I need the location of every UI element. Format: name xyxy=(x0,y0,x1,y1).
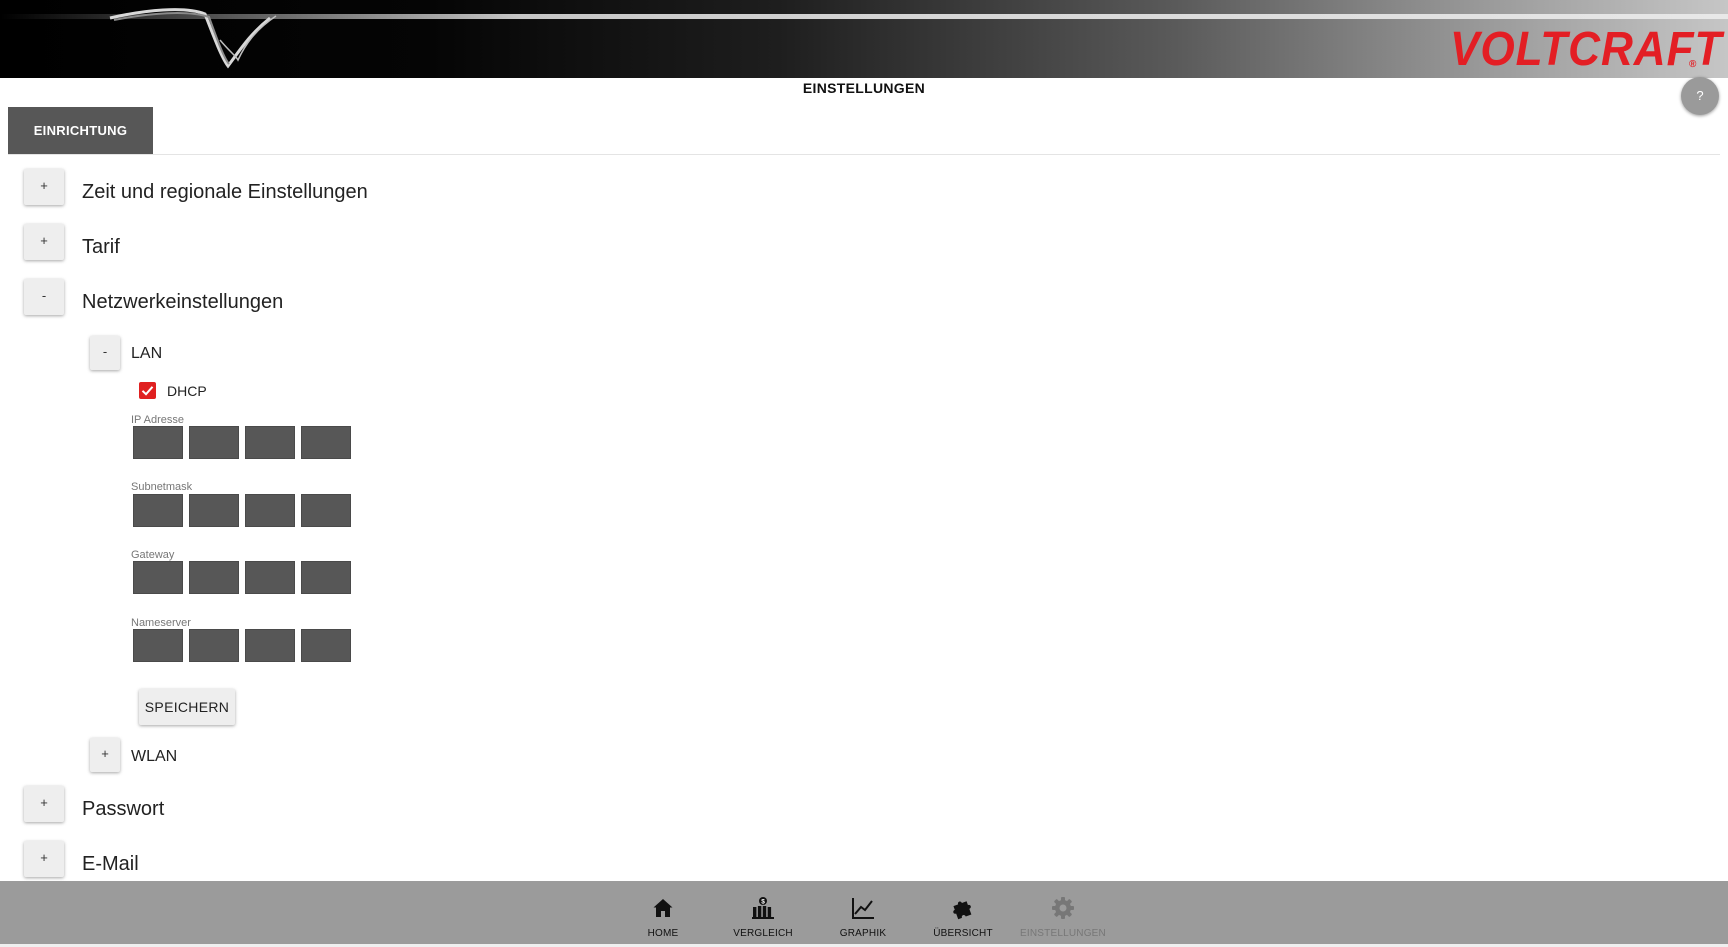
nav-home-label: HOME xyxy=(647,928,679,939)
nav-uebersicht[interactable]: ÜBERSICHT xyxy=(913,881,1013,944)
expand-email-button[interactable]: + xyxy=(24,841,64,877)
nav-vergleich[interactable]: $ VERGLEICH xyxy=(713,881,813,944)
dhcp-label: DHCP xyxy=(167,383,207,399)
subnet-octet-4[interactable] xyxy=(301,494,351,527)
nav-vergleich-label: VERGLEICH xyxy=(733,928,793,939)
help-button[interactable]: ? xyxy=(1681,77,1719,115)
svg-text:$: $ xyxy=(761,899,765,906)
section-tarif-label[interactable]: Tarif xyxy=(82,236,120,259)
gateway-octet-2[interactable] xyxy=(189,561,239,594)
section-netzwerk-label[interactable]: Netzwerkeinstellungen xyxy=(82,291,283,314)
tab-einrichtung[interactable]: EINRICHTUNG xyxy=(8,107,153,154)
ip-address-inputs xyxy=(133,426,351,459)
ip-address-label: IP Adresse xyxy=(131,414,184,426)
home-icon xyxy=(653,899,673,917)
gateway-inputs xyxy=(133,561,351,594)
nav-einstellungen-label: EINSTELLUNGEN xyxy=(1020,928,1106,939)
voltcraft-logo: VOLTCRAFT xyxy=(1450,23,1723,76)
expand-tarif-button[interactable]: + xyxy=(24,224,64,260)
gateway-octet-3[interactable] xyxy=(245,561,295,594)
header-swoosh-graphic xyxy=(109,8,277,69)
expand-zeit-button[interactable]: + xyxy=(24,169,64,205)
nameserver-octet-1[interactable] xyxy=(133,629,183,662)
nameserver-octet-4[interactable] xyxy=(301,629,351,662)
nav-home[interactable]: HOME xyxy=(613,881,713,944)
subnet-octet-3[interactable] xyxy=(245,494,295,527)
registered-mark: ® xyxy=(1689,59,1697,70)
nameserver-inputs xyxy=(133,629,351,662)
expand-wlan-button[interactable]: + xyxy=(90,738,120,772)
nameserver-octet-2[interactable] xyxy=(189,629,239,662)
gateway-label: Gateway xyxy=(131,549,175,561)
nav-uebersicht-label: ÜBERSICHT xyxy=(933,928,993,939)
nav-graphik-label: GRAPHIK xyxy=(839,928,887,939)
subnet-octet-1[interactable] xyxy=(133,494,183,527)
section-zeit-label[interactable]: Zeit und regionale Einstellungen xyxy=(82,181,368,204)
nameserver-label: Nameserver xyxy=(131,617,191,629)
ip-octet-4[interactable] xyxy=(301,426,351,459)
page-title: EINSTELLUNGEN xyxy=(802,80,926,96)
chart-icon xyxy=(852,898,874,919)
check-icon xyxy=(141,386,154,396)
puzzle-icon xyxy=(953,901,972,920)
save-button[interactable]: SPEICHERN xyxy=(139,689,235,725)
subnetmask-inputs xyxy=(133,494,351,527)
subnetmask-label: Subnetmask xyxy=(131,481,193,493)
gear-icon xyxy=(1052,897,1074,919)
bottom-nav: HOME $ VERGLEICH GRAPHIK ÜBERSICHT EINST… xyxy=(0,881,1728,947)
nav-einstellungen[interactable]: EINSTELLUNGEN xyxy=(1013,881,1113,944)
nameserver-octet-3[interactable] xyxy=(245,629,295,662)
nav-graphik[interactable]: GRAPHIK xyxy=(813,881,913,944)
collapse-netzwerk-button[interactable]: - xyxy=(24,279,64,315)
ip-octet-3[interactable] xyxy=(245,426,295,459)
comparison-icon: $ xyxy=(752,897,774,919)
ip-octet-2[interactable] xyxy=(189,426,239,459)
subnet-octet-2[interactable] xyxy=(189,494,239,527)
expand-passwort-button[interactable]: + xyxy=(24,786,64,822)
tab-divider xyxy=(8,154,1720,155)
subsection-lan-label[interactable]: LAN xyxy=(131,345,162,363)
gateway-octet-1[interactable] xyxy=(133,561,183,594)
gateway-octet-4[interactable] xyxy=(301,561,351,594)
section-email-label[interactable]: E-Mail xyxy=(82,853,139,876)
collapse-lan-button[interactable]: - xyxy=(90,336,120,370)
app-header: VOLTCRAFT ® xyxy=(0,0,1728,78)
subsection-wlan-label[interactable]: WLAN xyxy=(131,748,177,766)
section-passwort-label[interactable]: Passwort xyxy=(82,798,164,821)
ip-octet-1[interactable] xyxy=(133,426,183,459)
dhcp-checkbox[interactable] xyxy=(139,382,156,399)
